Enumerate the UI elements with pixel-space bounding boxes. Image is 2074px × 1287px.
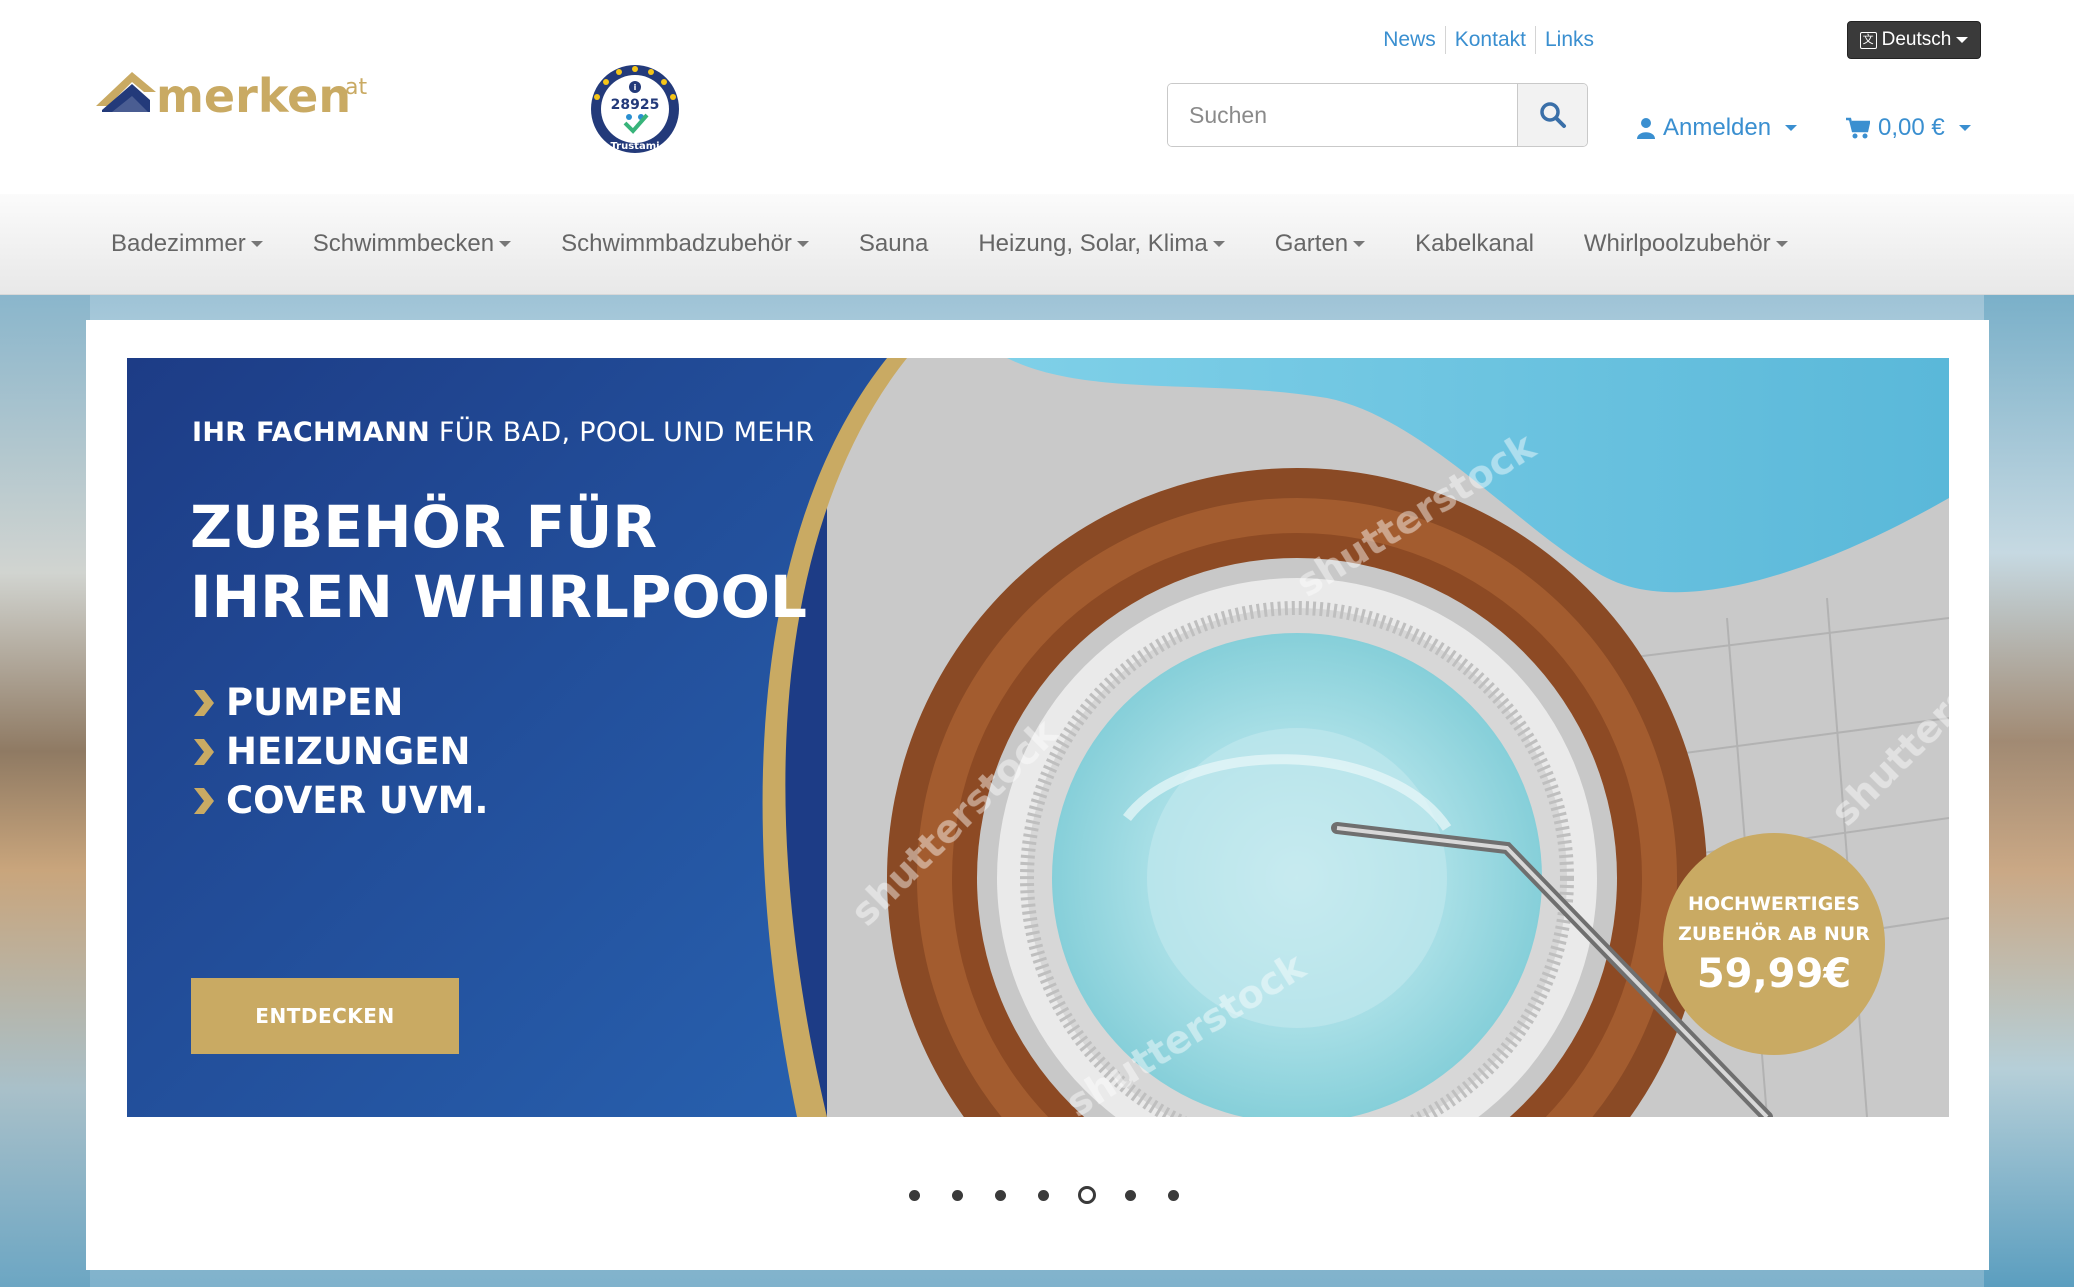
chevron-down-icon — [1212, 241, 1225, 247]
main-navigation: Badezimmer Schwimmbecken Schwimmbadzubeh… — [0, 194, 2074, 295]
slider-dot-active[interactable] — [1078, 1186, 1096, 1204]
cart-icon — [1846, 117, 1870, 139]
badge-line: ZUBEHÖR AB NUR — [1678, 923, 1870, 945]
user-icon — [1637, 118, 1655, 139]
search-input[interactable] — [1168, 84, 1517, 146]
banner-tagline-rest: FÜR BAD, POOL UND MEHR — [430, 417, 815, 448]
nav-label: Schwimmbadzubehör — [561, 230, 792, 257]
logo-tld: .at — [338, 75, 367, 100]
nav-item-heizung[interactable]: Heizung, Solar, Klima — [953, 194, 1249, 295]
chevron-right-icon — [194, 689, 214, 716]
news-link[interactable]: News — [1374, 26, 1445, 54]
svg-text:i: i — [634, 83, 637, 92]
nav-item-whirlpoolzubehoer[interactable]: Whirlpoolzubehör — [1559, 194, 1813, 295]
cart-dropdown[interactable]: 0,00 € — [1846, 112, 1971, 144]
badge-price: 59,99€ — [1696, 951, 1852, 997]
chevron-down-icon — [1958, 125, 1971, 131]
nav-label: Kabelkanal — [1415, 230, 1534, 257]
chevron-down-icon — [1785, 125, 1798, 131]
nav-label: Schwimmbecken — [312, 230, 495, 257]
feature-label: COVER UVM. — [226, 779, 489, 822]
merken-logo[interactable]: merken .at — [92, 62, 372, 124]
banner-title: ZUBEHÖR FÜR IHREN WHIRLPOOL — [190, 492, 807, 632]
top-links: News Kontakt Links — [1374, 26, 1603, 54]
chevron-right-icon — [194, 738, 214, 765]
chevron-down-icon — [250, 241, 263, 247]
language-dropdown[interactable]: 文 Deutsch — [1847, 21, 1981, 59]
search-bar — [1167, 83, 1588, 147]
language-label: Deutsch — [1881, 29, 1952, 50]
nav-item-sauna[interactable]: Sauna — [834, 194, 953, 295]
nav-item-garten[interactable]: Garten — [1250, 194, 1390, 295]
badge-line: HOCHWERTIGES — [1688, 893, 1860, 915]
feature-item: COVER UVM. — [190, 776, 488, 825]
chevron-down-icon — [1956, 37, 1969, 43]
entdecken-button[interactable]: ENTDECKEN — [191, 978, 459, 1054]
nav-label: Heizung, Solar, Klima — [978, 230, 1208, 257]
banner-title-line: ZUBEHÖR FÜR — [190, 493, 658, 561]
chevron-down-icon — [796, 241, 809, 247]
nav-item-schwimmbadzubehoer[interactable]: Schwimmbadzubehör — [536, 194, 834, 295]
hero-banner[interactable]: shutterstock shutterstock shutterstock s… — [127, 358, 1949, 1117]
slider-dot[interactable] — [952, 1189, 963, 1201]
trustami-seal[interactable]: i 28925 Trustami — [589, 63, 681, 155]
banner-title-line: IHREN WHIRLPOOL — [190, 563, 807, 631]
slider-dot[interactable] — [1038, 1189, 1049, 1201]
slider-dot[interactable] — [1125, 1189, 1136, 1201]
nav-item-badezimmer[interactable]: Badezimmer — [86, 194, 288, 295]
slider-dot[interactable] — [995, 1189, 1006, 1201]
chevron-right-icon — [194, 787, 214, 814]
trust-label: Trustami — [610, 141, 659, 152]
feature-item: HEIZUNGEN — [190, 727, 488, 776]
slider-pagination — [893, 1183, 1195, 1207]
banner-feature-list: PUMPEN HEIZUNGEN COVER UVM. — [190, 678, 488, 825]
nav-label: Badezimmer — [111, 230, 246, 257]
nav-item-schwimmbecken[interactable]: Schwimmbecken — [288, 194, 536, 295]
background-blur-right — [1984, 295, 2074, 1287]
nav-label: Whirlpoolzubehör — [1583, 230, 1771, 257]
chevron-down-icon — [499, 241, 512, 247]
cart-total: 0,00 € — [1878, 114, 1945, 141]
banner-copy: IHR FACHMANN FÜR BAD, POOL UND MEHR ZUBE… — [127, 358, 1127, 1117]
feature-label: HEIZUNGEN — [226, 730, 471, 773]
price-badge: HOCHWERTIGES ZUBEHÖR AB NUR 59,99€ — [1663, 833, 1885, 1055]
language-icon: 文 — [1859, 31, 1877, 49]
feature-label: PUMPEN — [226, 681, 404, 724]
banner-tagline: IHR FACHMANN FÜR BAD, POOL UND MEHR — [192, 417, 814, 448]
site-header: merken .at i 28925 Trustami News Kontakt… — [0, 0, 2074, 194]
links-link[interactable]: Links — [1536, 26, 1603, 54]
search-icon — [1539, 102, 1566, 128]
background-blur-left — [0, 295, 90, 1287]
feature-item: PUMPEN — [190, 678, 488, 727]
banner-tagline-bold: IHR FACHMANN — [192, 417, 431, 448]
chevron-down-icon — [1353, 241, 1366, 247]
nav-item-kabelkanal[interactable]: Kabelkanal — [1390, 194, 1559, 295]
nav-label: Sauna — [858, 230, 929, 257]
trust-number: 28925 — [611, 97, 660, 113]
search-button[interactable] — [1517, 84, 1587, 146]
nav-label: Garten — [1274, 230, 1349, 257]
slider-dot[interactable] — [1168, 1189, 1179, 1201]
logo-word: merken — [156, 69, 351, 123]
account-label: Anmelden — [1663, 114, 1772, 141]
slider-dot[interactable] — [909, 1189, 920, 1201]
kontakt-link[interactable]: Kontakt — [1446, 26, 1535, 54]
account-dropdown[interactable]: Anmelden — [1637, 112, 1798, 144]
chevron-down-icon — [1775, 241, 1788, 247]
